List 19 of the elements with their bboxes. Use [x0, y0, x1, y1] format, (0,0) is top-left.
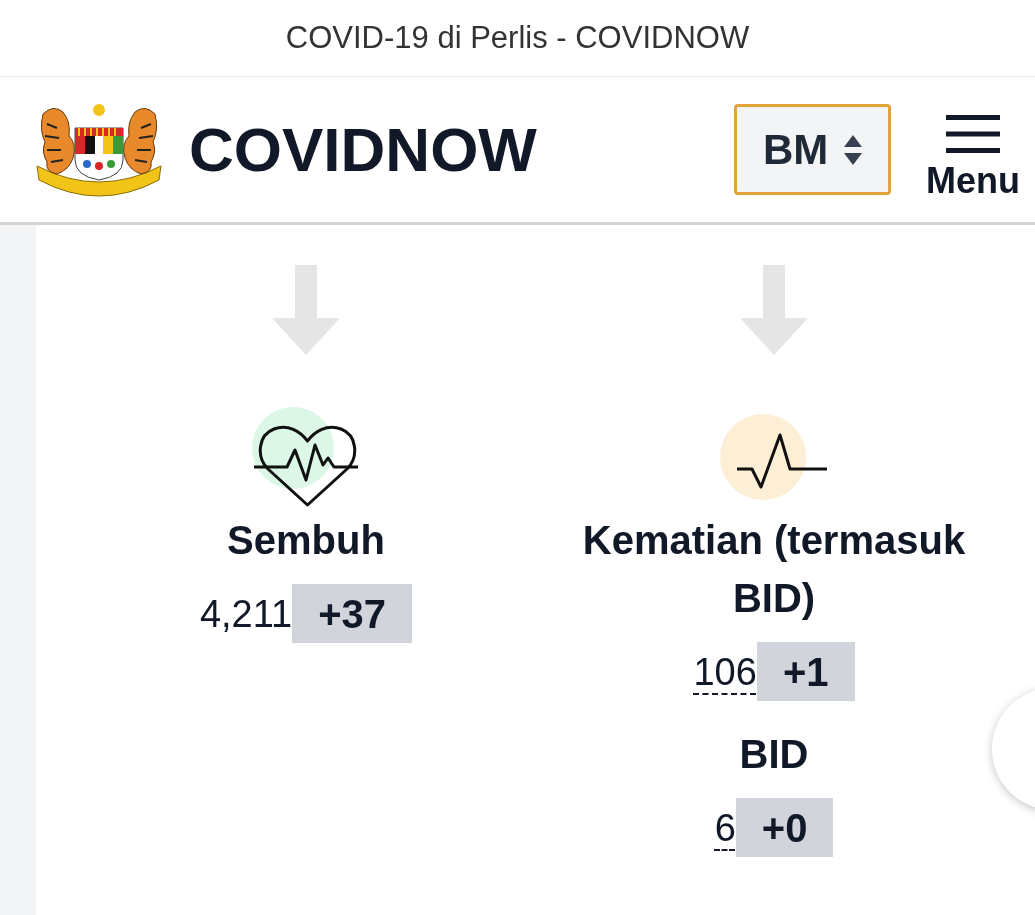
language-select[interactable]: BM — [734, 104, 891, 195]
daily-change-badge: +1 — [756, 642, 855, 701]
daily-change-badge: +0 — [735, 798, 834, 857]
total-count: 6 — [714, 805, 736, 851]
sub-label: BID — [739, 731, 809, 778]
heart-pulse-icon — [252, 407, 360, 507]
down-arrow-icon — [272, 265, 340, 355]
total-count: 106 — [693, 649, 757, 695]
up-down-caret-icon — [844, 134, 862, 165]
pulse-line-icon — [719, 414, 829, 500]
brand-name: COVIDNOW — [189, 114, 537, 186]
stat-label: Sembuh — [227, 517, 385, 564]
down-arrow-icon — [740, 265, 808, 355]
menu-icon — [946, 114, 1000, 153]
stat-label: Kematian (termasuk BID) — [581, 517, 967, 622]
daily-change-badge: +37 — [292, 584, 413, 643]
menu-button[interactable]: Menu — [926, 114, 1020, 201]
page-title: COVID-19 di Perlis - COVIDNOW — [285, 18, 750, 57]
total-count: 4,211 — [199, 591, 293, 637]
